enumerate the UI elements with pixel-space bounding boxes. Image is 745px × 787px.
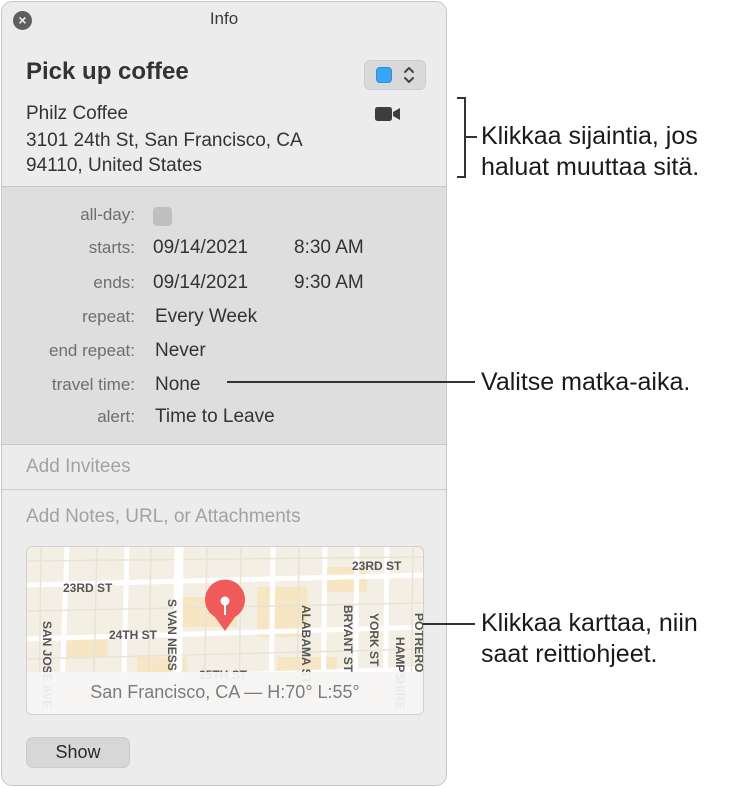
map-street-label: S VAN NESS (165, 599, 179, 671)
calendar-picker[interactable] (364, 60, 426, 90)
repeat-value[interactable]: Every Week (155, 306, 257, 328)
end-repeat-value[interactable]: Never (155, 340, 206, 362)
callout-connector (227, 381, 475, 383)
map-street-label: 23RD ST (63, 581, 113, 595)
callout-location: Klikkaa sijaintia, jos haluat muuttaa si… (481, 122, 700, 181)
event-info-popover: × Info Pick up coffee Philz Coffee 3101 … (1, 1, 447, 786)
starts-label: starts: (88, 238, 135, 257)
title-bar: × Info (2, 2, 446, 36)
travel-time-label: travel time: (51, 375, 135, 394)
callout-map: Klikkaa karttaa, niin saat reittiohjeet. (481, 609, 698, 668)
event-details: all-day: starts: 09/14/2021 8:30 AM ends… (2, 186, 446, 445)
callout-connector (465, 136, 477, 138)
add-notes-field[interactable]: Add Notes, URL, or Attachments (26, 506, 301, 528)
map-street-label: BRYANT ST (341, 605, 355, 673)
travel-time-value[interactable]: None (155, 374, 200, 396)
callout-connector (423, 623, 475, 625)
divider (2, 489, 446, 490)
callout-bracket (457, 176, 466, 178)
weather-caption: San Francisco, CA — H:70° L:55° (27, 672, 423, 714)
location-address[interactable]: 3101 24th St, San Francisco, CA 94110, U… (26, 128, 356, 178)
alert-label: alert: (97, 407, 135, 426)
map-street-label: POTRERO (412, 613, 424, 672)
video-call-icon[interactable] (375, 106, 401, 122)
callout-travel-time: Valitse matka-aika. (481, 368, 691, 396)
starts-time[interactable]: 8:30 AM (294, 237, 364, 259)
map-street-label: 23RD ST (352, 559, 402, 573)
allday-checkbox[interactable] (153, 207, 172, 226)
add-invitees-field[interactable]: Add Invitees (26, 456, 131, 478)
ends-label: ends: (93, 273, 135, 292)
ends-date[interactable]: 09/14/2021 (153, 272, 248, 294)
show-button[interactable]: Show (26, 737, 130, 768)
repeat-label: repeat: (82, 307, 135, 326)
allday-label: all-day: (80, 205, 135, 224)
calendar-color-swatch (376, 67, 392, 83)
alert-value[interactable]: Time to Leave (155, 406, 275, 428)
map-street-label: 24TH ST (109, 628, 158, 642)
location-name[interactable]: Philz Coffee (26, 103, 128, 125)
end-repeat-label: end repeat: (48, 341, 135, 360)
ends-time[interactable]: 9:30 AM (294, 272, 364, 294)
window-title: Info (209, 9, 239, 28)
location-map[interactable]: 23RD ST 23RD ST 24TH ST 25TH ST S VAN NE… (26, 546, 424, 715)
chevron-up-down-icon (403, 64, 415, 87)
event-title[interactable]: Pick up coffee (26, 58, 189, 86)
map-street-label: YORK ST (367, 613, 381, 667)
starts-date[interactable]: 09/14/2021 (153, 237, 248, 259)
